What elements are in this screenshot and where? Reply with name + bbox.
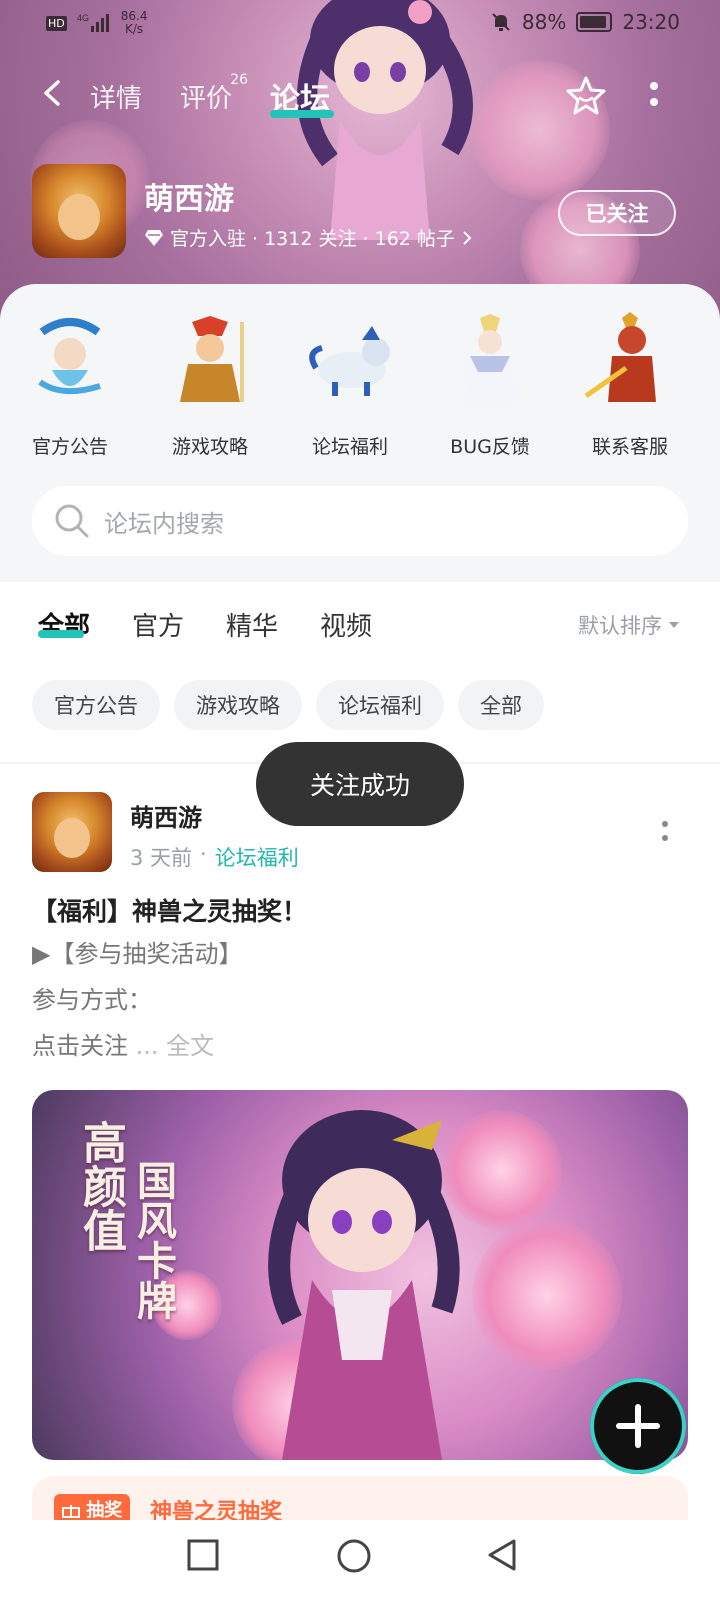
signal-icon: 4G (77, 13, 109, 32)
search-icon (55, 504, 89, 538)
read-more-link[interactable]: ... 全文 (136, 1032, 215, 1060)
post-tag[interactable]: 论坛福利 (215, 842, 299, 872)
post-banner-image[interactable]: 高颜值 国风卡牌 (32, 1090, 688, 1460)
forum-card: 官方公告 游戏攻略 论坛福利 BUG反馈 联系客服 论坛内搜索 (0, 284, 720, 582)
mute-bell-icon (492, 13, 510, 31)
clock: 23:20 (622, 10, 680, 34)
reviews-count-badge: 26 (230, 72, 249, 88)
category-label: 论坛福利 (311, 436, 388, 458)
category-label: 官方公告 (31, 436, 108, 458)
beast-icon (309, 326, 390, 396)
post-meta: 3 天前 · 论坛福利 (130, 842, 299, 872)
search-placeholder: 论坛内搜索 (104, 509, 224, 538)
game-stats: · 1312 关注 · 162 帖子 (252, 228, 455, 250)
header-hero (0, 0, 720, 320)
chevron-right-icon (463, 230, 472, 245)
hd-indicator: HD (46, 15, 67, 31)
followed-button[interactable]: 已关注 (558, 190, 676, 236)
game-info: 萌西游 官方入驻 · 1312 关注 · 162 帖子 已关注 (32, 164, 692, 260)
post-line: 点击关注 (32, 1032, 128, 1060)
category-contact-support[interactable]: 联系客服 (560, 312, 700, 459)
game-icon[interactable] (32, 164, 126, 258)
rose-decoration (472, 1220, 622, 1370)
banner-text-card-game: 国风卡牌 (130, 1160, 177, 1320)
filter-chips: 官方公告 游戏攻略 论坛福利 全部 (32, 680, 544, 730)
warrior-hero-icon (180, 316, 244, 402)
top-nav: 详情 评价 26 论坛 (0, 66, 720, 126)
author-avatar[interactable] (32, 792, 112, 872)
category-label: 联系客服 (591, 436, 668, 458)
filter-tab-featured[interactable]: 精华 (226, 606, 278, 643)
tab-reviews[interactable]: 评价 26 (180, 72, 248, 115)
status-bar: HD 4G 86.4 K/s 88% 23:20 (0, 0, 720, 46)
back-icon[interactable] (486, 1538, 520, 1572)
filter-tab-official[interactable]: 官方 (132, 606, 184, 643)
net-speed: 86.4 K/s (121, 10, 148, 36)
post-line: 参与方式： (32, 986, 152, 1014)
active-tab-indicator (270, 110, 334, 118)
post-title[interactable]: 【福利】神兽之灵抽奖！ (32, 892, 307, 928)
home-icon[interactable] (336, 1538, 372, 1574)
chip-official-notice[interactable]: 官方公告 (32, 680, 160, 730)
tab-details[interactable]: 详情 (90, 78, 142, 115)
post-time: 3 天前 (130, 846, 193, 870)
game-name: 萌西游 (144, 182, 234, 217)
filter-tab-video[interactable]: 视频 (320, 606, 372, 643)
battery-icon (576, 12, 613, 32)
post-more-icon[interactable] (660, 818, 670, 844)
follow-success-toast: 关注成功 (256, 742, 464, 826)
sort-label: 默认排序 (578, 614, 662, 638)
banner-text-beauty: 高颜值 (75, 1120, 126, 1252)
chip-game-guide[interactable]: 游戏攻略 (174, 680, 302, 730)
system-nav-bar (0, 1520, 720, 1600)
category-row: 官方公告 游戏攻略 论坛福利 BUG反馈 联系客服 (0, 312, 720, 459)
caret-down-icon (669, 622, 679, 628)
lottery-badge-label: 抽奖 (86, 1500, 123, 1521)
category-label: 游戏攻略 (171, 436, 248, 458)
net-speed-unit: K/s (125, 22, 144, 36)
recent-apps-icon[interactable] (186, 1538, 220, 1572)
category-official-notice[interactable]: 官方公告 (0, 312, 140, 459)
chip-forum-benefits[interactable]: 论坛福利 (316, 680, 444, 730)
plus-icon (616, 1404, 660, 1448)
more-menu-icon[interactable] (646, 76, 662, 112)
post-line: ▶【参与抽奖活动】 (32, 940, 243, 968)
category-forum-benefits[interactable]: 论坛福利 (280, 312, 420, 459)
category-bug-report[interactable]: BUG反馈 (420, 312, 560, 459)
gift-icon (62, 1505, 80, 1518)
white-sage-icon (464, 314, 516, 402)
filter-tabs: 全部 官方 精华 视频 默认排序 (0, 600, 720, 660)
create-post-button[interactable] (590, 1378, 686, 1474)
banner-heroine-illustration (268, 1110, 460, 1460)
post-line-preview: 点击关注 ... 全文 (32, 1026, 214, 1061)
filter-active-indicator (38, 630, 84, 638)
meta-separator: · (200, 842, 207, 866)
sort-dropdown[interactable]: 默认排序 (578, 610, 680, 640)
favorite-star-icon[interactable] (564, 74, 608, 118)
red-demon-icon (584, 312, 656, 402)
official-label: 官方入驻 (170, 228, 247, 250)
forum-search-input[interactable]: 论坛内搜索 (32, 486, 688, 556)
game-meta[interactable]: 官方入驻 · 1312 关注 · 162 帖子 (144, 224, 473, 251)
diamond-icon (145, 229, 163, 246)
tab-reviews-label: 评价 (180, 84, 233, 114)
category-game-guide[interactable]: 游戏攻略 (140, 312, 280, 459)
scythe-hero-icon (38, 318, 101, 395)
back-arrow-icon[interactable] (38, 78, 68, 108)
author-name[interactable]: 萌西游 (130, 798, 202, 833)
chip-all[interactable]: 全部 (458, 680, 544, 730)
svg-text:4G: 4G (77, 13, 89, 23)
category-label: BUG反馈 (450, 436, 530, 458)
battery-percent: 88% (521, 10, 567, 34)
